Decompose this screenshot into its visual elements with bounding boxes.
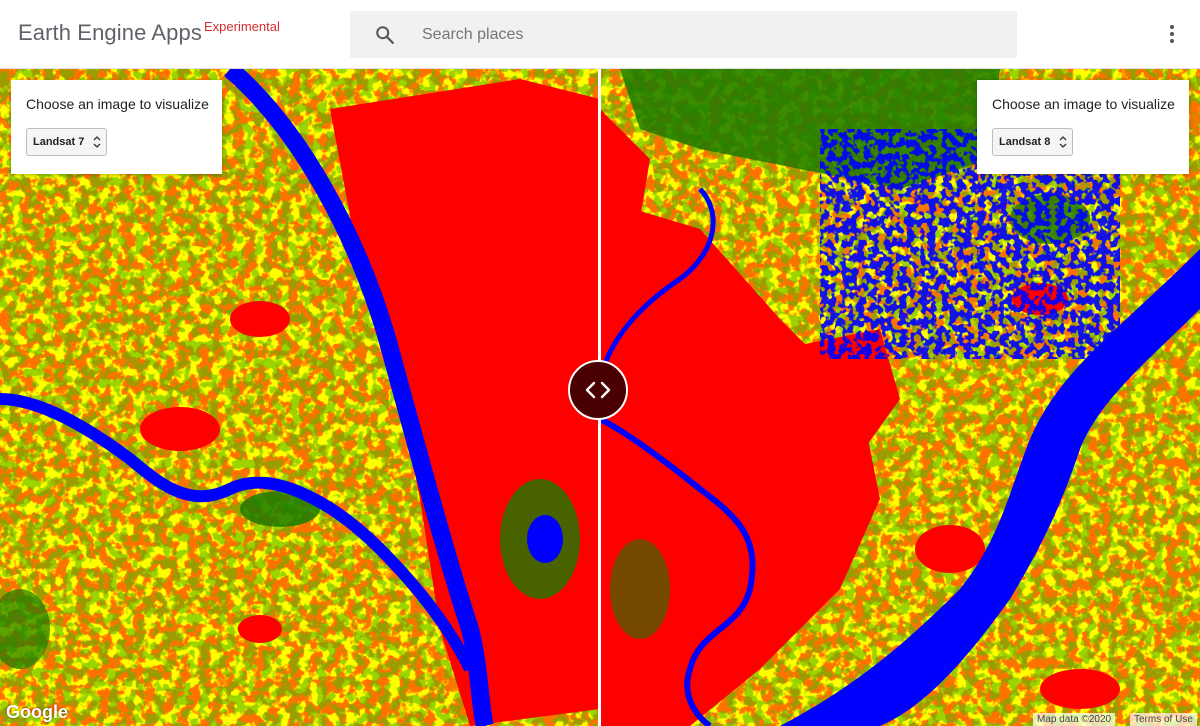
select-arrows-icon: [93, 136, 101, 148]
swipe-handle[interactable]: [568, 360, 628, 420]
map-canvas[interactable]: Choose an image to visualize Landsat 7 C…: [0, 69, 1200, 726]
swipe-handle-icon: [585, 381, 611, 399]
right-select-value: Landsat 8: [999, 136, 1051, 148]
google-logo[interactable]: Google: [6, 702, 68, 723]
left-select-value: Landsat 7: [33, 136, 85, 148]
right-image-select[interactable]: Landsat 8: [992, 128, 1074, 156]
right-image-panel: Choose an image to visualize Landsat 8: [977, 80, 1189, 174]
app-header: Earth Engine Apps Experimental: [0, 0, 1200, 69]
experimental-badge: Experimental: [204, 19, 280, 34]
app-title: Earth Engine Apps: [18, 20, 202, 45]
map-data-attribution: Map data ©2020: [1033, 713, 1116, 726]
search-input[interactable]: [422, 11, 1002, 58]
search-box[interactable]: [350, 11, 1017, 58]
left-image-select[interactable]: Landsat 7: [26, 128, 108, 156]
app-brand[interactable]: Earth Engine Apps Experimental: [18, 19, 280, 46]
select-arrows-icon: [1059, 136, 1067, 148]
more-vert-icon[interactable]: [1160, 22, 1184, 46]
left-image-panel: Choose an image to visualize Landsat 7: [11, 80, 222, 174]
left-panel-label: Choose an image to visualize: [26, 96, 209, 112]
search-icon[interactable]: [374, 24, 396, 46]
right-panel-label: Choose an image to visualize: [992, 96, 1175, 112]
terms-of-use-link[interactable]: Terms of Use: [1130, 713, 1197, 726]
